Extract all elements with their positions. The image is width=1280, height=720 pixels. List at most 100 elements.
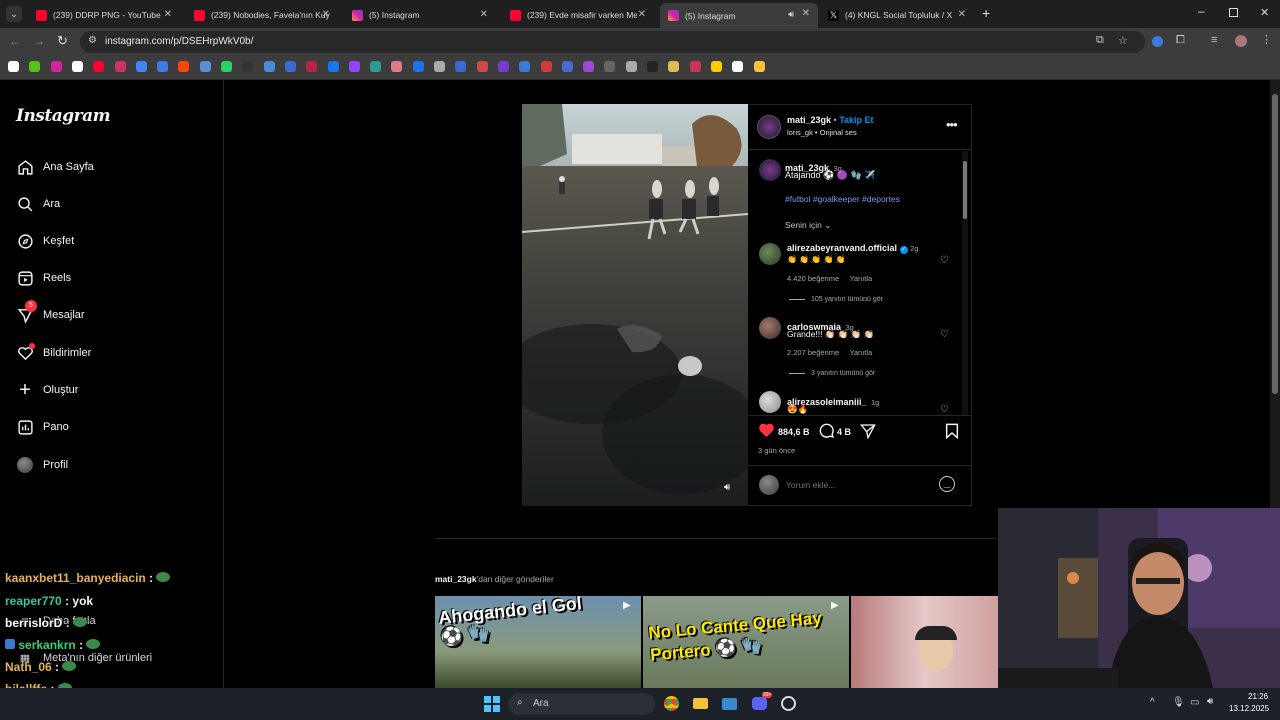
bookmark-favicon-icon[interactable] xyxy=(455,61,467,72)
emoji-icon[interactable]: ‿ xyxy=(939,476,955,492)
bookmark-favicon-icon[interactable] xyxy=(540,61,552,72)
extension-icon[interactable] xyxy=(1152,36,1163,47)
share-button[interactable] xyxy=(859,423,876,444)
bookmark-favicon-icon[interactable] xyxy=(348,61,360,72)
bookmark-favicon-icon[interactable] xyxy=(242,61,254,72)
bookmark-favicon-icon[interactable] xyxy=(710,61,722,72)
bookmark-favicon-icon[interactable] xyxy=(93,61,105,72)
view-replies[interactable]: 3 yanıtın tümünü gör xyxy=(789,370,875,377)
bookmark-star-icon[interactable]: ☆ xyxy=(1118,34,1128,47)
nav-explore[interactable]: Keşfet xyxy=(16,232,74,250)
bookmark-favicon-icon[interactable] xyxy=(561,61,573,72)
save-button[interactable] xyxy=(945,423,959,444)
minimize-button[interactable]: – xyxy=(1198,4,1205,18)
caption-hashtags[interactable]: #futbol #goalkeeper #deportes xyxy=(785,194,900,204)
reply-button[interactable]: Yanıtla xyxy=(849,274,872,283)
bookmark-favicon-icon[interactable] xyxy=(29,61,41,72)
bookmark-favicon-icon[interactable] xyxy=(157,61,169,72)
bookmark-favicon-icon[interactable] xyxy=(625,61,637,72)
tab-search-button[interactable]: ⌄ xyxy=(6,6,22,22)
like-button[interactable] xyxy=(758,422,775,443)
site-info-icon[interactable]: ⚙ xyxy=(88,35,97,46)
reel-video[interactable]: 🔊︎ xyxy=(522,104,748,506)
extensions-puzzle-icon[interactable]: ⧠ xyxy=(1176,34,1185,47)
comment-input[interactable] xyxy=(786,478,936,492)
taskbar-search[interactable]: ⌕ Ara xyxy=(508,693,655,715)
reply-button[interactable]: Yanıtla xyxy=(849,348,872,357)
bookmark-favicon-icon[interactable] xyxy=(8,61,19,72)
author-avatar[interactable] xyxy=(757,115,781,139)
comments-scroll[interactable]: mati_23gk 3g Atajando ⚽ 🟣 🧤 ✈️ #futbol #… xyxy=(748,151,971,415)
author-username[interactable]: mati_23gk xyxy=(787,115,831,125)
bookmark-favicon-icon[interactable] xyxy=(668,61,680,72)
clock-time[interactable]: 21:26 xyxy=(1248,692,1268,701)
bookmark-favicon-icon[interactable] xyxy=(434,61,445,72)
chrome-taskbar-icon[interactable] xyxy=(664,696,679,711)
nav-reels[interactable]: Reels xyxy=(16,269,71,287)
bookmark-favicon-icon[interactable] xyxy=(497,61,509,72)
bookmark-favicon-icon[interactable] xyxy=(689,61,701,72)
nav-home[interactable]: Ana Sayfa xyxy=(16,158,94,176)
tray-chevron-icon[interactable]: ^ xyxy=(1150,697,1155,708)
speaker-icon[interactable]: 🔊︎ xyxy=(788,9,794,20)
bookmark-favicon-icon[interactable] xyxy=(306,61,318,72)
bookmark-favicon-icon[interactable] xyxy=(583,61,595,72)
follow-button[interactable]: Takip Et xyxy=(839,115,873,125)
discord-taskbar-icon[interactable] xyxy=(752,697,767,710)
nav-notifications[interactable]: Bildirimler xyxy=(16,343,91,362)
nav-search[interactable]: Ara xyxy=(16,195,60,213)
bookmark-favicon-icon[interactable] xyxy=(199,61,211,72)
bookmark-favicon-icon[interactable] xyxy=(71,61,83,72)
comment-avatar[interactable] xyxy=(759,391,781,413)
profile-avatar[interactable] xyxy=(1235,35,1247,47)
obs-taskbar-icon[interactable] xyxy=(781,696,796,711)
more-post-thumb[interactable]: Ahogando el Gol ⚽ 🧤 ▶ xyxy=(435,596,641,688)
menu-dots-icon[interactable]: ⋮ xyxy=(1261,33,1272,46)
close-window-button[interactable]: ✕ xyxy=(1260,6,1269,19)
for-you-filter[interactable]: Senin için ⌄ xyxy=(785,220,831,231)
bookmark-favicon-icon[interactable] xyxy=(327,61,339,72)
bookmark-favicon-icon[interactable] xyxy=(412,61,424,72)
restore-button[interactable] xyxy=(1229,8,1238,17)
bookmark-favicon-icon[interactable] xyxy=(221,61,232,72)
clock-date[interactable]: 13.12.2025 xyxy=(1229,704,1269,713)
start-button[interactable] xyxy=(484,696,500,712)
page-scroll-thumb[interactable] xyxy=(1272,94,1278,394)
current-user-avatar[interactable] xyxy=(759,475,779,495)
nav-profile[interactable]: Profil xyxy=(16,456,68,474)
photos-taskbar-icon[interactable] xyxy=(722,698,737,710)
comment-avatar[interactable] xyxy=(759,243,781,265)
bookmark-favicon-icon[interactable] xyxy=(604,61,616,72)
more-post-thumb[interactable] xyxy=(851,596,998,688)
bookmark-favicon-icon[interactable] xyxy=(647,61,658,72)
close-tab-icon[interactable]: ✕ xyxy=(802,8,810,19)
comment-like-icon[interactable]: ♡ xyxy=(940,255,949,266)
bookmark-favicon-icon[interactable] xyxy=(732,61,744,72)
tab-5-active[interactable]: (5) Instagram 🔊︎ ✕ xyxy=(660,3,818,28)
network-icon[interactable]: ▭ xyxy=(1190,697,1199,708)
forward-button[interactable]: → xyxy=(33,34,45,48)
comment-avatar[interactable] xyxy=(759,317,781,339)
bookmark-favicon-icon[interactable] xyxy=(263,61,275,72)
close-tab-icon[interactable]: ✕ xyxy=(958,9,966,20)
bookmark-favicon-icon[interactable] xyxy=(753,61,765,72)
tab-2[interactable]: (239) Nobodies, Favela'nın Kuy ✕ xyxy=(186,4,338,26)
bookmark-favicon-icon[interactable] xyxy=(284,61,296,72)
audio-label[interactable]: loris_gk • Orijinal ses xyxy=(787,128,857,137)
comment-like-icon[interactable]: ♡ xyxy=(940,404,949,415)
address-bar[interactable]: ⚙ instagram.com/p/DSEHrpWkV0b/ ⧉ ☆ xyxy=(80,31,1145,53)
nav-messages[interactable]: 5 Mesajlar xyxy=(16,300,85,324)
tab-4[interactable]: (239) Evde misafir varken Melo ✕ xyxy=(502,4,654,26)
more-options-icon[interactable]: ••• xyxy=(946,117,958,132)
bookmark-favicon-icon[interactable] xyxy=(476,61,488,72)
back-button[interactable]: ← xyxy=(9,34,21,48)
reading-list-icon[interactable]: ≡ xyxy=(1211,34,1217,46)
close-tab-icon[interactable]: ✕ xyxy=(480,9,488,20)
view-replies[interactable]: 105 yanıtın tümünü gör xyxy=(789,296,883,303)
bookmark-favicon-icon[interactable] xyxy=(391,61,403,72)
like-count[interactable]: 884,6 B xyxy=(778,427,810,437)
nav-create[interactable]: + Oluştur xyxy=(16,379,78,401)
new-tab-button[interactable]: + xyxy=(982,5,990,21)
bookmark-favicon-icon[interactable] xyxy=(114,61,126,72)
instagram-logo[interactable]: Instagram xyxy=(16,106,111,126)
